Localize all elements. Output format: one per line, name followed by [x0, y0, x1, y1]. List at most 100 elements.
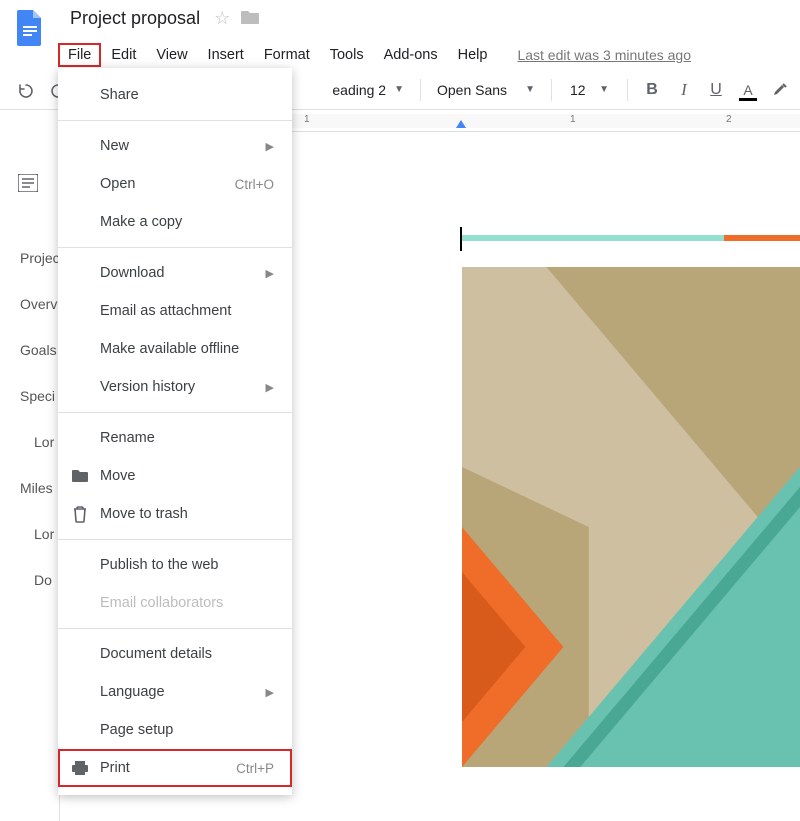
menu-label: Page setup: [100, 722, 173, 738]
outline-item[interactable]: Overv: [20, 281, 60, 327]
outline-item[interactable]: Lor: [20, 419, 60, 465]
document-title[interactable]: Project proposal: [70, 8, 200, 29]
menu-label: New: [100, 138, 129, 154]
bold-button[interactable]: B: [638, 74, 666, 106]
font-size-label: 12: [570, 82, 586, 98]
ruler[interactable]: 1 1 2: [290, 110, 800, 132]
menu-move[interactable]: Move: [58, 457, 292, 495]
menu-page-setup[interactable]: Page setup: [58, 711, 292, 749]
menu-version-history[interactable]: Version history ▶: [58, 368, 292, 406]
highlight-button[interactable]: [766, 74, 794, 106]
outline-item[interactable]: Projec: [20, 235, 60, 281]
menu-view[interactable]: View: [146, 43, 197, 67]
submenu-arrow-icon: ▶: [266, 381, 274, 394]
underline-button[interactable]: U: [702, 74, 730, 106]
menu-open[interactable]: Open Ctrl+O: [58, 165, 292, 203]
menu-available-offline[interactable]: Make available offline: [58, 330, 292, 368]
trash-icon: [70, 505, 90, 523]
menu-label: Download: [100, 265, 165, 281]
docs-app-icon[interactable]: [10, 8, 50, 48]
menu-download[interactable]: Download ▶: [58, 254, 292, 292]
separator: [58, 539, 292, 540]
menu-insert[interactable]: Insert: [198, 43, 254, 67]
menu-make-copy[interactable]: Make a copy: [58, 203, 292, 241]
submenu-arrow-icon: ▶: [266, 267, 274, 280]
paragraph-style-label: eading 2: [332, 82, 386, 98]
shortcut-label: Ctrl+P: [236, 761, 274, 776]
menu-file[interactable]: File: [58, 43, 101, 67]
menu-label: Email as attachment: [100, 303, 231, 319]
menu-rename[interactable]: Rename: [58, 419, 292, 457]
chevron-down-icon: ▼: [525, 84, 535, 95]
chevron-down-icon: ▼: [394, 84, 404, 95]
shortcut-label: Ctrl+O: [235, 177, 274, 192]
ruler-mark: 1: [304, 114, 310, 125]
menu-label: Print: [100, 760, 130, 776]
separator: [627, 79, 628, 101]
separator: [58, 120, 292, 121]
menu-share[interactable]: Share: [58, 76, 292, 114]
menu-label: Document details: [100, 646, 212, 662]
document-canvas[interactable]: [350, 155, 800, 821]
italic-button[interactable]: I: [670, 74, 698, 106]
separator: [58, 628, 292, 629]
separator: [420, 79, 421, 101]
menu-label: Open: [100, 176, 135, 192]
separator: [58, 412, 292, 413]
outline-item[interactable]: Goals: [20, 327, 60, 373]
menu-label: Move to trash: [100, 506, 188, 522]
menu-label: Rename: [100, 430, 155, 446]
menu-document-details[interactable]: Document details: [58, 635, 292, 673]
move-folder-icon[interactable]: [240, 8, 260, 29]
menu-label: Language: [100, 684, 165, 700]
menu-addons[interactable]: Add-ons: [374, 43, 448, 67]
star-icon[interactable]: ☆: [214, 8, 230, 29]
font-size-selector[interactable]: 12 ▼: [562, 82, 617, 98]
menu-label: Version history: [100, 379, 195, 395]
outline-item[interactable]: Speci: [20, 373, 60, 419]
menu-new[interactable]: New ▶: [58, 127, 292, 165]
menu-print[interactable]: Print Ctrl+P: [58, 749, 292, 787]
menu-email-attachment[interactable]: Email as attachment: [58, 292, 292, 330]
chevron-down-icon: ▼: [599, 84, 609, 95]
menu-label: Move: [100, 468, 135, 484]
printer-icon: [70, 760, 90, 776]
undo-icon[interactable]: [12, 74, 40, 106]
decorative-stripe: [460, 235, 800, 245]
hero-image: [462, 267, 800, 767]
menu-format[interactable]: Format: [254, 43, 320, 67]
menu-label: Publish to the web: [100, 557, 219, 573]
outline-item[interactable]: Lor: [20, 511, 60, 557]
menu-publish-web[interactable]: Publish to the web: [58, 546, 292, 584]
menu-label: Email collaborators: [100, 595, 223, 611]
last-edit-link[interactable]: Last edit was 3 minutes ago: [517, 47, 691, 63]
submenu-arrow-icon: ▶: [266, 686, 274, 699]
font-label: Open Sans: [437, 82, 507, 98]
menu-bar: File Edit View Insert Format Tools Add-o…: [0, 40, 800, 70]
separator: [58, 247, 292, 248]
menu-move-to-trash[interactable]: Move to trash: [58, 495, 292, 533]
ruler-mark: 1: [570, 114, 576, 125]
menu-language[interactable]: Language ▶: [58, 673, 292, 711]
menu-help[interactable]: Help: [448, 43, 498, 67]
folder-icon: [70, 468, 90, 484]
file-menu: Share New ▶ Open Ctrl+O Make a copy Downlo…: [58, 68, 292, 795]
menu-tools[interactable]: Tools: [320, 43, 374, 67]
text-color-button[interactable]: A: [734, 74, 762, 106]
outline-icon[interactable]: [18, 179, 38, 195]
menu-label: Make a copy: [100, 214, 182, 230]
font-selector[interactable]: Open Sans ▼: [431, 82, 541, 98]
title-bar: Project proposal ☆: [0, 0, 800, 40]
outline-list: Projec Overv Goals Speci Lor Miles Lor D…: [20, 235, 60, 603]
menu-email-collaborators: Email collaborators: [58, 584, 292, 622]
outline-item[interactable]: Miles: [20, 465, 60, 511]
menu-label: Share: [100, 87, 139, 103]
submenu-arrow-icon: ▶: [266, 140, 274, 153]
outline-item[interactable]: Do: [20, 557, 60, 603]
ruler-mark: 2: [726, 114, 732, 125]
paragraph-style-selector[interactable]: eading 2 ▼: [300, 82, 410, 98]
separator: [551, 79, 552, 101]
menu-label: Make available offline: [100, 341, 239, 357]
menu-edit[interactable]: Edit: [101, 43, 146, 67]
indent-handle-icon[interactable]: [456, 120, 466, 128]
